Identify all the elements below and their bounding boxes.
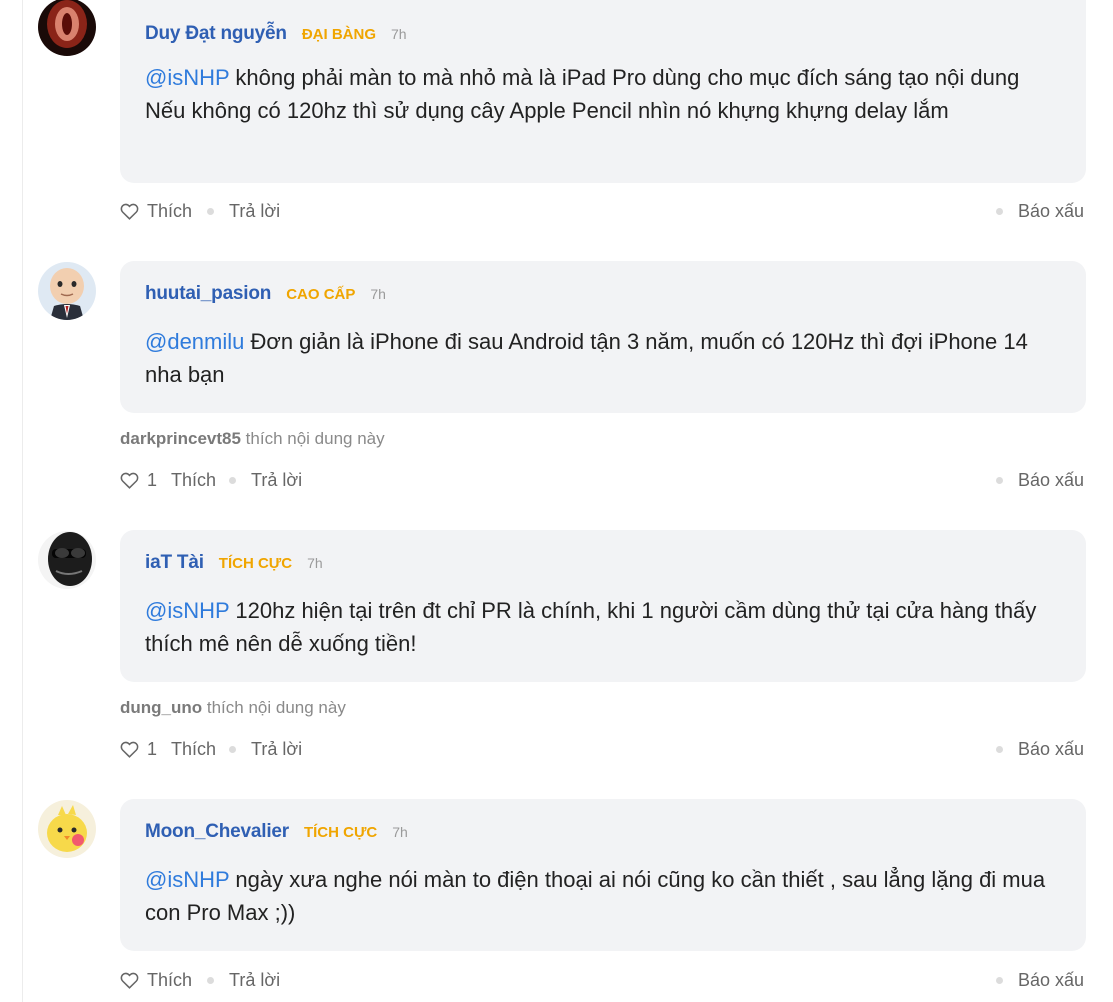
report-label: Báo xấu <box>1018 201 1085 221</box>
author-name[interactable]: iaT Tài <box>145 552 204 574</box>
mention-link[interactable]: @denmilu <box>145 329 244 354</box>
like-button[interactable]: 1 Thích <box>120 468 216 492</box>
heart-outline-icon <box>120 472 139 489</box>
comment-text: Đơn giản là iPhone đi sau Android tận 3 … <box>145 329 1028 387</box>
like-label: Thích <box>171 739 217 759</box>
likers-summary: darkprincevt85 thích nội dung này <box>120 429 385 449</box>
comment-bubble: iaT Tài TÍCH CỰC 7h @isNHP 120hz hiện tạ… <box>120 530 1086 682</box>
comment-line: Nếu không có 120hz thì sử dụng cây Apple… <box>145 98 949 123</box>
author-name[interactable]: Moon_Chevalier <box>145 821 289 843</box>
separator-dot <box>996 746 1003 753</box>
comment-body: @denmilu Đơn giản là iPhone đi sau Andro… <box>145 325 1061 391</box>
separator-dot <box>996 208 1003 215</box>
comment-line: @isNHP không phải màn to mà nhỏ mà là iP… <box>145 61 1061 94</box>
like-label: Thích <box>171 470 217 490</box>
comment-text: ngày xưa nghe nói màn to điện thoại ai n… <box>145 867 1046 925</box>
mention-link[interactable]: @isNHP <box>145 867 229 892</box>
rank-badge: ĐẠI BÀNG <box>301 26 376 43</box>
avatar[interactable] <box>38 0 96 56</box>
thread-divider <box>22 0 23 1002</box>
comment-actions: Thích Trả lời Báo xấu <box>120 968 1086 992</box>
report-button[interactable]: Báo xấu <box>1018 968 1084 992</box>
comment-time[interactable]: 7h <box>307 555 323 571</box>
report-label: Báo xấu <box>1018 739 1085 759</box>
liker-name[interactable]: dung_uno <box>120 698 202 717</box>
comment-thread: Duy Đạt nguyễn ĐẠI BÀNG 7h @isNHP không … <box>0 0 1113 1002</box>
comment-meta: Moon_Chevalier TÍCH CỰC 7h <box>145 821 408 843</box>
avatar-image <box>38 531 96 589</box>
heart-outline-icon <box>120 203 139 220</box>
comment-body: @isNHP 120hz hiện tại trên đt chỉ PR là … <box>145 594 1061 660</box>
like-button[interactable]: Thích <box>120 199 192 223</box>
reply-label: Trả lời <box>251 470 303 490</box>
report-button[interactable]: Báo xấu <box>1018 468 1084 492</box>
separator-dot <box>207 977 214 984</box>
reply-button[interactable]: Trả lời <box>229 968 280 992</box>
comment-text: không phải màn to mà nhỏ mà là iPad Pro … <box>229 65 1020 90</box>
separator-dot <box>996 477 1003 484</box>
rank-badge: TÍCH CỰC <box>303 824 378 841</box>
like-count: 1 <box>147 739 158 759</box>
like-label: Thích <box>147 970 193 990</box>
heart-outline-icon <box>120 972 139 989</box>
like-count: 1 <box>147 470 158 490</box>
rank-badge: TÍCH CỰC <box>218 555 293 572</box>
report-label: Báo xấu <box>1018 470 1085 490</box>
avatar[interactable] <box>38 531 96 589</box>
comment-bubble: Moon_Chevalier TÍCH CỰC 7h @isNHP ngày x… <box>120 799 1086 951</box>
avatar-image <box>38 0 96 56</box>
reply-button[interactable]: Trả lời <box>251 737 302 761</box>
comment-text: 120hz hiện tại trên đt chỉ PR là chính, … <box>145 598 1037 656</box>
comment-time[interactable]: 7h <box>392 824 408 840</box>
comment-meta: iaT Tài TÍCH CỰC 7h <box>145 552 323 574</box>
comment-body: @isNHP không phải màn to mà nhỏ mà là iP… <box>145 61 1061 127</box>
mention-link[interactable]: @isNHP <box>145 598 229 623</box>
comment-body: @isNHP ngày xưa nghe nói màn to điện tho… <box>145 863 1061 929</box>
mention-link[interactable]: @isNHP <box>145 65 229 90</box>
report-button[interactable]: Báo xấu <box>1018 199 1084 223</box>
avatar[interactable] <box>38 262 96 320</box>
comment-actions: Thích Trả lời Báo xấu <box>120 199 1086 223</box>
comment-meta: huutai_pasion CAO CẤP 7h <box>145 283 386 305</box>
rank-badge: CAO CẤP <box>286 286 356 303</box>
comment-actions: 1 Thích Trả lời Báo xấu <box>120 468 1086 492</box>
likers-summary: dung_uno thích nội dung này <box>120 698 346 718</box>
liker-name[interactable]: darkprincevt85 <box>120 429 241 448</box>
like-button[interactable]: 1 Thích <box>120 737 216 761</box>
comment-meta: Duy Đạt nguyễn ĐẠI BÀNG 7h <box>145 23 407 45</box>
comment-time[interactable]: 7h <box>370 286 386 302</box>
heart-outline-icon <box>120 741 139 758</box>
comment-actions: 1 Thích Trả lời Báo xấu <box>120 737 1086 761</box>
like-button[interactable]: Thích <box>120 968 192 992</box>
separator-dot <box>207 208 214 215</box>
separator-dot <box>229 477 236 484</box>
separator-dot <box>229 746 236 753</box>
avatar[interactable] <box>38 800 96 858</box>
reply-label: Trả lời <box>229 970 281 990</box>
comment-bubble: huutai_pasion CAO CẤP 7h @denmilu Đơn gi… <box>120 261 1086 413</box>
comment-bubble: Duy Đạt nguyễn ĐẠI BÀNG 7h @isNHP không … <box>120 0 1086 183</box>
author-name[interactable]: Duy Đạt nguyễn <box>145 23 287 45</box>
likers-text: thích nội dung này <box>240 429 385 448</box>
avatar-image <box>38 262 96 320</box>
likers-text: thích nội dung này <box>202 698 346 717</box>
report-button[interactable]: Báo xấu <box>1018 737 1084 761</box>
reply-label: Trả lời <box>251 739 303 759</box>
reply-button[interactable]: Trả lời <box>251 468 302 492</box>
report-label: Báo xấu <box>1018 970 1085 990</box>
reply-label: Trả lời <box>229 201 281 221</box>
author-name[interactable]: huutai_pasion <box>145 283 271 305</box>
avatar-image <box>38 800 96 858</box>
like-label: Thích <box>147 201 193 221</box>
separator-dot <box>996 977 1003 984</box>
reply-button[interactable]: Trả lời <box>229 199 280 223</box>
comment-time[interactable]: 7h <box>391 26 407 42</box>
